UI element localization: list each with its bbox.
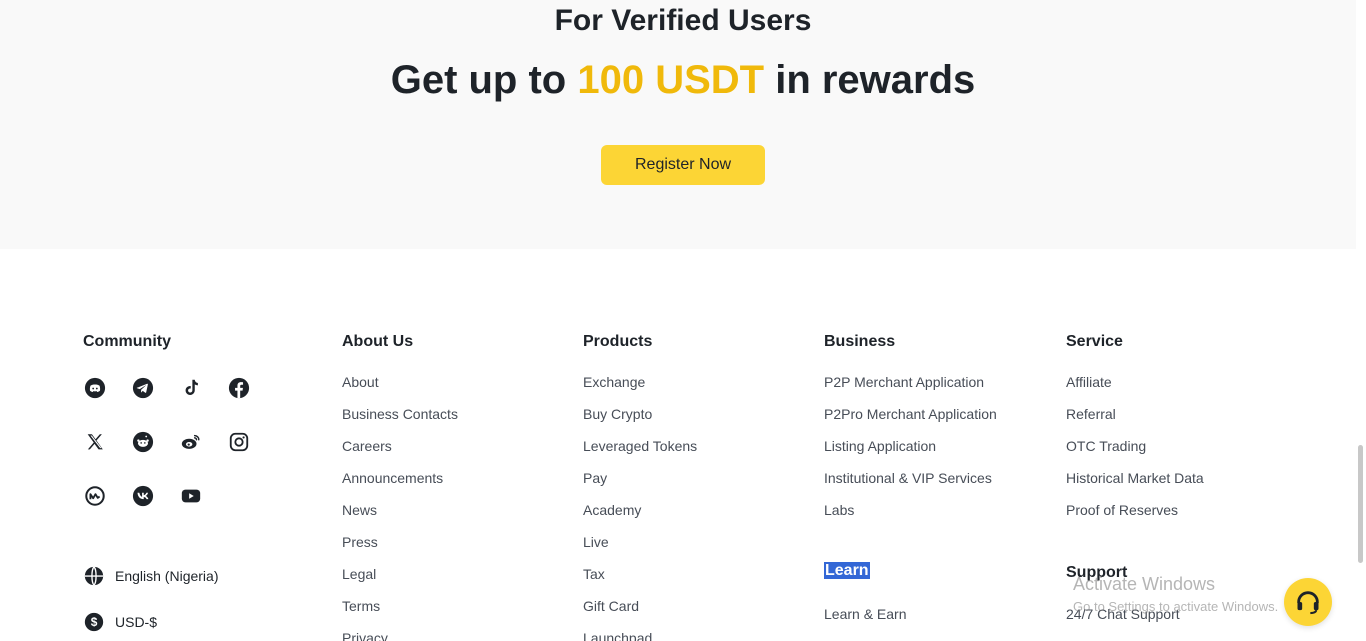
- globe-icon: [84, 566, 104, 586]
- weibo-icon[interactable]: [179, 430, 203, 454]
- footer-link-proof-of-reserves[interactable]: Proof of Reserves: [1066, 500, 1204, 532]
- headset-icon: [1297, 591, 1319, 615]
- youtube-icon[interactable]: [179, 484, 203, 508]
- footer-community: Community English (Nigeria) $ USD-$: [83, 332, 250, 632]
- footer-link-news[interactable]: News: [342, 500, 458, 532]
- footer-link-academy[interactable]: Academy: [583, 500, 697, 532]
- footer-link-live[interactable]: Live: [583, 532, 697, 564]
- footer-link-chat-support[interactable]: 24/7 Chat Support: [1066, 606, 1180, 622]
- chat-support-button[interactable]: [1284, 578, 1332, 626]
- footer-link-gift-card[interactable]: Gift Card: [583, 596, 697, 628]
- scrollbar-thumb[interactable]: [1358, 445, 1363, 563]
- footer-link-learn-earn[interactable]: Learn & Earn: [824, 606, 907, 622]
- language-selector[interactable]: English (Nigeria): [83, 565, 218, 587]
- footer-link-p2pro-merchant-application[interactable]: P2Pro Merchant Application: [824, 404, 997, 436]
- footer-link-leveraged-tokens[interactable]: Leveraged Tokens: [583, 436, 697, 468]
- coinmarketcap-icon[interactable]: [83, 484, 107, 508]
- footer-products: Products Exchange Buy Crypto Leveraged T…: [583, 332, 697, 641]
- footer-link-referral[interactable]: Referral: [1066, 404, 1204, 436]
- page-scrollbar[interactable]: [1356, 0, 1366, 641]
- facebook-icon[interactable]: [227, 376, 251, 400]
- tiktok-icon[interactable]: [179, 376, 203, 400]
- products-heading: Products: [583, 333, 653, 350]
- community-heading: Community: [83, 333, 171, 350]
- support-heading: Support: [1066, 564, 1128, 581]
- footer-link-press[interactable]: Press: [342, 532, 458, 564]
- discord-icon[interactable]: [83, 376, 107, 400]
- currency-selector[interactable]: $ USD-$: [83, 611, 157, 633]
- footer-link-listing-application[interactable]: Listing Application: [824, 436, 997, 468]
- footer-link-buy-crypto[interactable]: Buy Crypto: [583, 404, 697, 436]
- footer-link-launchpad[interactable]: Launchpad: [583, 628, 697, 641]
- footer-link-pay[interactable]: Pay: [583, 468, 697, 500]
- footer-link-tax[interactable]: Tax: [583, 564, 697, 596]
- service-heading: Service: [1066, 333, 1123, 350]
- svg-text:$: $: [91, 615, 98, 629]
- learn-heading: Learn: [824, 561, 870, 581]
- banner-title-prefix: Get up to: [390, 58, 578, 102]
- business-heading: Business: [824, 333, 896, 350]
- footer-link-labs[interactable]: Labs: [824, 500, 997, 532]
- footer-link-legal[interactable]: Legal: [342, 564, 458, 596]
- footer-link-exchange[interactable]: Exchange: [583, 372, 697, 404]
- x-icon[interactable]: [83, 430, 107, 454]
- footer-link-privacy[interactable]: Privacy: [342, 628, 458, 641]
- footer-about-us: About Us About Business Contacts Careers…: [342, 332, 458, 641]
- vk-icon[interactable]: [131, 484, 155, 508]
- language-label: English (Nigeria): [115, 568, 219, 584]
- currency-label: USD-$: [115, 614, 158, 630]
- banner-title-suffix: in rewards: [764, 58, 976, 102]
- rewards-banner: For Verified Users Get up to 100 USDT in…: [0, 0, 1356, 249]
- register-now-button[interactable]: Register Now: [601, 145, 765, 185]
- dollar-icon: $: [84, 612, 104, 632]
- footer-link-announcements[interactable]: Announcements: [342, 468, 458, 500]
- footer-link-about[interactable]: About: [342, 372, 458, 404]
- banner-subtitle: For Verified Users: [554, 4, 812, 37]
- learn-heading-selected-text: Learn: [824, 562, 870, 579]
- footer-link-terms[interactable]: Terms: [342, 596, 458, 628]
- footer-business: Business P2P Merchant Application P2Pro …: [824, 332, 997, 622]
- footer-link-otc-trading[interactable]: OTC Trading: [1066, 436, 1204, 468]
- instagram-icon[interactable]: [227, 430, 251, 454]
- footer-service: Service Affiliate Referral OTC Trading H…: [1066, 332, 1204, 622]
- footer-link-institutional-vip-services[interactable]: Institutional & VIP Services: [824, 468, 997, 500]
- footer-link-careers[interactable]: Careers: [342, 436, 458, 468]
- banner-title: Get up to 100 USDT in rewards: [0, 58, 1366, 103]
- telegram-icon[interactable]: [131, 376, 155, 400]
- about-us-heading: About Us: [342, 333, 414, 350]
- banner-reward-amount: 100 USDT: [577, 58, 765, 102]
- footer-link-p2p-merchant-application[interactable]: P2P Merchant Application: [824, 372, 997, 404]
- footer-link-historical-market-data[interactable]: Historical Market Data: [1066, 468, 1204, 500]
- footer-link-affiliate[interactable]: Affiliate: [1066, 372, 1204, 404]
- reddit-icon[interactable]: [131, 430, 155, 454]
- footer-link-business-contacts[interactable]: Business Contacts: [342, 404, 458, 436]
